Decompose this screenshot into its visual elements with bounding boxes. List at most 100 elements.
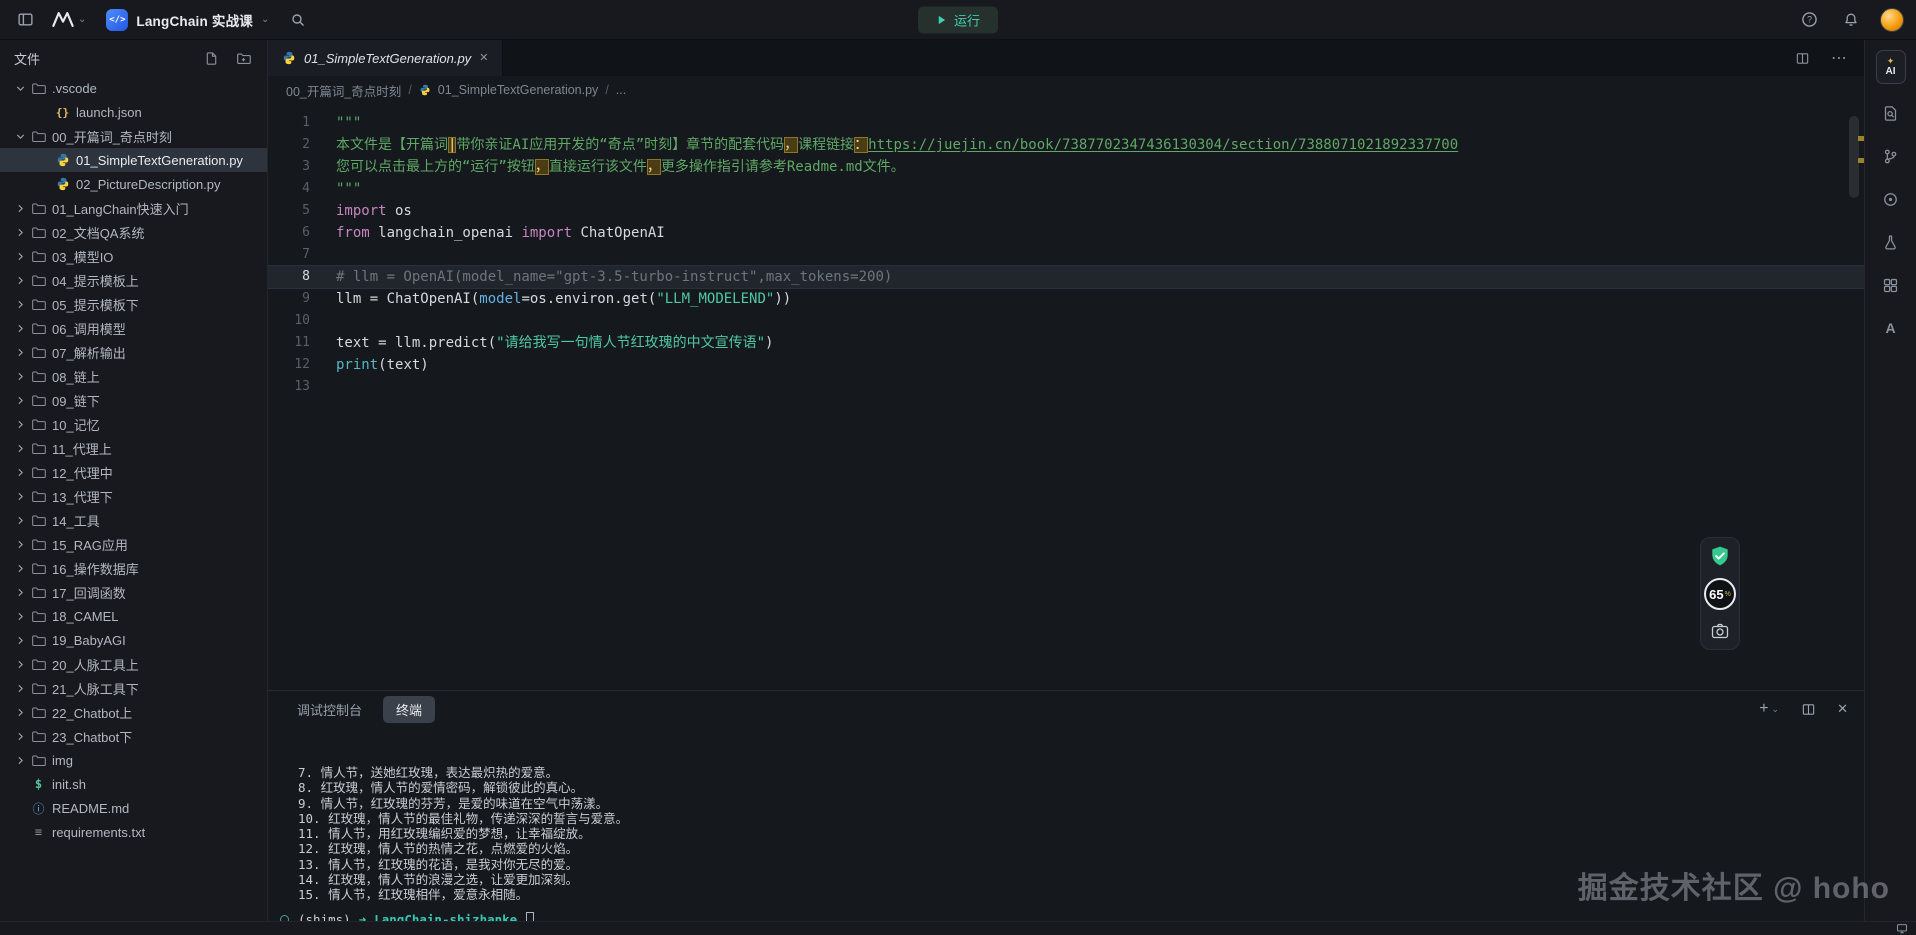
shield-check-icon[interactable] (1709, 545, 1731, 567)
split-panel-icon[interactable] (1795, 696, 1821, 722)
chevron-right-icon[interactable] (12, 442, 29, 455)
app-logo[interactable]: ⌄ (48, 10, 90, 29)
tree-item[interactable]: 13_代理下 (0, 484, 267, 508)
flask-icon[interactable] (1877, 228, 1905, 256)
tree-item[interactable]: 01_LangChain快速入门 (0, 196, 267, 220)
chevron-right-icon[interactable] (12, 466, 29, 479)
ai-assistant-button[interactable]: ✦ AI (1876, 50, 1906, 84)
tab-debug-console[interactable]: 调试控制台 (284, 696, 375, 723)
tree-item[interactable]: 12_代理中 (0, 460, 267, 484)
tree-item[interactable]: 02_PictureDescription.py (0, 172, 267, 196)
tree-item[interactable]: 03_模型IO (0, 244, 267, 268)
tree-item[interactable]: 09_链下 (0, 388, 267, 412)
chevron-right-icon[interactable] (12, 514, 29, 527)
tree-item[interactable]: $init.sh (0, 772, 267, 796)
code-token: 直接运行该文件 (549, 159, 647, 175)
tree-item[interactable]: 02_文档QA系统 (0, 220, 267, 244)
help-icon[interactable]: ? (1796, 7, 1822, 33)
tree-item[interactable]: 22_Chatbot上 (0, 700, 267, 724)
chevron-right-icon[interactable] (12, 346, 29, 359)
split-editor-icon[interactable] (1789, 45, 1815, 71)
avatar[interactable] (1880, 8, 1904, 32)
tree-item[interactable]: 05_提示模板下 (0, 292, 267, 316)
breadcrumb-more[interactable]: ... (616, 83, 626, 97)
tree-item[interactable]: 11_代理上 (0, 436, 267, 460)
tree-item[interactable]: 01_SimpleTextGeneration.py (0, 148, 267, 172)
tree-item[interactable]: 16_操作数据库 (0, 556, 267, 580)
editor-tab[interactable]: 01_SimpleTextGeneration.py ✕ (268, 40, 503, 76)
target-icon[interactable] (1877, 185, 1905, 213)
chevron-right-icon[interactable] (12, 490, 29, 503)
tree-item[interactable]: 07_解析输出 (0, 340, 267, 364)
chevron-right-icon[interactable] (12, 586, 29, 599)
new-file-icon[interactable] (201, 48, 221, 68)
tree-item[interactable]: 20_人脉工具上 (0, 652, 267, 676)
grid-icon[interactable] (1877, 271, 1905, 299)
chevron-right-icon[interactable] (12, 274, 29, 287)
search-icon[interactable] (285, 7, 311, 33)
more-actions-icon[interactable]: ⋯ (1831, 48, 1848, 68)
close-panel-icon[interactable]: ✕ (1837, 701, 1848, 717)
new-folder-icon[interactable] (233, 48, 253, 68)
terminal[interactable]: 7. 情人节，送她红玫瑰，表达最炽热的爱意。8. 红玫瑰，情人节的爱情密码，解锁… (268, 727, 1864, 921)
code-token: (text) (378, 357, 429, 373)
chevron-right-icon[interactable] (12, 418, 29, 431)
chevron-right-icon[interactable] (12, 322, 29, 335)
tree-item[interactable]: 00_开篇词_奇点时刻 (0, 124, 267, 148)
chevron-right-icon[interactable] (12, 754, 29, 767)
close-icon[interactable]: ✕ (479, 53, 488, 64)
tree-item[interactable]: 21_人脉工具下 (0, 676, 267, 700)
tree-item[interactable]: 14_工具 (0, 508, 267, 532)
bell-icon[interactable] (1838, 7, 1864, 33)
chevron-right-icon[interactable] (12, 682, 29, 695)
tree-item[interactable]: .vscode (0, 76, 267, 100)
chevron-right-icon[interactable] (12, 202, 29, 215)
tab-terminal[interactable]: 终端 (383, 696, 435, 723)
command-decoration-icon[interactable] (280, 915, 289, 921)
tree-item[interactable]: img (0, 748, 267, 772)
code-link[interactable]: https://juejin.cn/book/73877023474361303… (868, 137, 1458, 153)
tree-item[interactable]: {}launch.json (0, 100, 267, 124)
tree-item[interactable]: 19_BabyAGI (0, 628, 267, 652)
source-control-icon[interactable] (1877, 142, 1905, 170)
chevron-right-icon[interactable] (12, 562, 29, 575)
new-terminal-button[interactable]: + ⌄ (1759, 700, 1779, 718)
project-switcher[interactable]: </> LangChain 实战课 ⌄ (100, 6, 275, 34)
code-editor[interactable]: 1"""2本文件是【开篇词|带你亲证AI应用开发的“奇点”时刻】章节的配套代码，… (268, 104, 1864, 690)
tree-item[interactable]: 23_Chatbot下 (0, 724, 267, 748)
tree-item[interactable]: ≡requirements.txt (0, 820, 267, 844)
tree-item[interactable]: 04_提示模板上 (0, 268, 267, 292)
chevron-right-icon[interactable] (12, 538, 29, 551)
chevron-right-icon[interactable] (12, 610, 29, 623)
breadcrumb-file[interactable]: 01_SimpleTextGeneration.py (438, 83, 599, 97)
tree-item[interactable]: 06_调用模型 (0, 316, 267, 340)
letter-a-icon[interactable]: A (1877, 314, 1905, 342)
chevron-right-icon[interactable] (12, 298, 29, 311)
editor-scrollbar[interactable] (1849, 116, 1859, 198)
breadcrumb-folder[interactable]: 00_开篇词_奇点时刻 (286, 81, 401, 100)
tree-item[interactable]: ⓘREADME.md (0, 796, 267, 820)
chevron-right-icon[interactable] (12, 370, 29, 383)
file-search-icon[interactable] (1877, 99, 1905, 127)
code-score-badge[interactable]: 65 % (1704, 578, 1736, 610)
run-button[interactable]: 运行 (918, 6, 998, 33)
tree-item[interactable]: 08_链上 (0, 364, 267, 388)
chevron-down-icon[interactable] (12, 130, 29, 143)
tree-item-label: 03_模型IO (52, 247, 113, 266)
chevron-right-icon[interactable] (12, 706, 29, 719)
code-token: ) (765, 335, 773, 351)
tree-item[interactable]: 15_RAG应用 (0, 532, 267, 556)
tree-item[interactable]: 17_回调函数 (0, 580, 267, 604)
tree-item[interactable]: 18_CAMEL (0, 604, 267, 628)
chevron-right-icon[interactable] (12, 658, 29, 671)
chevron-right-icon[interactable] (12, 226, 29, 239)
sidebar-toggle-icon[interactable] (12, 7, 38, 33)
chevron-right-icon[interactable] (12, 730, 29, 743)
tree-item[interactable]: 10_记忆 (0, 412, 267, 436)
terminal-status-icon[interactable] (1896, 923, 1908, 934)
chevron-right-icon[interactable] (12, 250, 29, 263)
chevron-down-icon[interactable] (12, 82, 29, 95)
camera-icon[interactable] (1710, 621, 1730, 641)
chevron-right-icon[interactable] (12, 394, 29, 407)
chevron-right-icon[interactable] (12, 634, 29, 647)
